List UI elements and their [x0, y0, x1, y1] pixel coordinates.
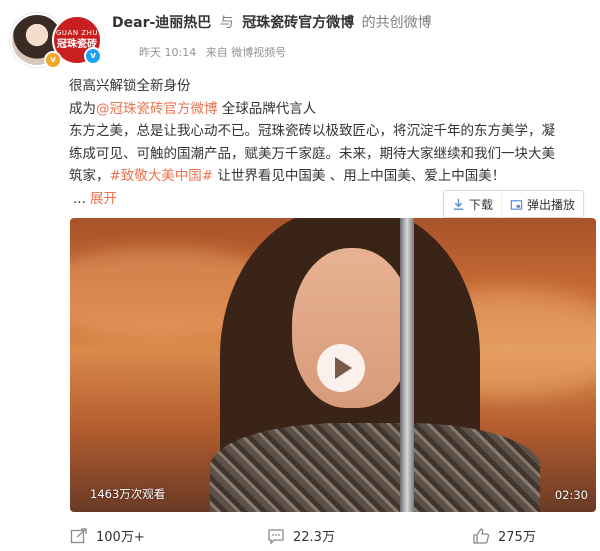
- action-bar: 100万+ 22.3万 275万: [0, 521, 600, 551]
- post-line: 成为@冠珠瓷砖官方微博 全球品牌代言人: [69, 98, 597, 121]
- mention-link[interactable]: @冠珠瓷砖官方微博: [96, 101, 218, 117]
- popout-label: 弹出播放: [527, 197, 576, 212]
- video-frame-sword: [400, 218, 414, 512]
- author-connector: 与: [219, 15, 234, 31]
- comment-button[interactable]: 22.3万: [267, 526, 335, 545]
- post-text: 成为: [69, 100, 96, 117]
- video-frame-armor: [210, 423, 540, 512]
- post-header: Dear-迪丽热巴 与 冠珠瓷砖官方微博 的共创微博: [112, 12, 432, 32]
- post-meta: 昨天 10:14 来自 微博视频号: [139, 44, 292, 60]
- share-button[interactable]: 100万+: [70, 526, 145, 545]
- vip-badge-icon: v: [44, 51, 62, 69]
- ellipsis: ...: [73, 190, 86, 207]
- post-text: 筑家，: [69, 168, 110, 184]
- play-icon: [335, 357, 352, 379]
- view-count: 1463万次观看: [90, 487, 166, 501]
- cocreate-label: 的共创微博: [361, 15, 432, 31]
- verified-badge-icon: v: [84, 47, 102, 65]
- post-line: 筑家，#致敬大美中国# 让世界看见中国美 、用上中国美、爱上中国美！: [69, 165, 597, 188]
- play-button[interactable]: [317, 344, 365, 392]
- like-button[interactable]: 275万: [472, 526, 536, 545]
- post-text: 让世界看见中国美 、用上中国美、爱上中国美！: [213, 168, 506, 184]
- download-label: 下载: [469, 197, 494, 212]
- download-button[interactable]: 下载: [444, 191, 501, 217]
- coauthor-name[interactable]: 冠珠瓷砖官方微博: [242, 15, 354, 31]
- thumbs-up-icon: [473, 527, 490, 544]
- video-duration: 02:30: [554, 488, 588, 502]
- like-count: 275万: [498, 530, 536, 545]
- post-source: 来自 微博视频号: [205, 46, 287, 59]
- hashtag-link[interactable]: #致敬大美中国#: [110, 168, 214, 184]
- post-line: 很高兴解锁全新身份: [69, 78, 191, 94]
- share-count: 100万+: [96, 530, 145, 545]
- post-line: 练成可见、可触的国潮产品，赋美万千家庭。未来，期待大家继续和我们一块大美: [69, 145, 555, 162]
- post-text: 全球品牌代言人: [217, 100, 317, 117]
- comment-count: 22.3万: [293, 530, 335, 545]
- popout-play-button[interactable]: 弹出播放: [501, 191, 583, 217]
- download-icon: [453, 198, 464, 210]
- video-toolbar: 下载 弹出播放: [443, 190, 585, 218]
- popout-icon: [510, 199, 523, 210]
- video-player[interactable]: 1463万次观看 02:30: [70, 218, 596, 512]
- post-line: 东方之美，总是让我心动不已。冠珠瓷砖以极致匠心，将沉淀千年的东方美学，凝: [69, 123, 555, 139]
- avatar-group: GUAN ZHU 冠珠瓷砖 v v: [10, 13, 102, 69]
- share-icon: [70, 527, 87, 543]
- expand-link[interactable]: 展开: [90, 191, 117, 207]
- brand-avatar-en: GUAN ZHU: [56, 29, 98, 37]
- post-time[interactable]: 昨天 10:14: [139, 46, 196, 59]
- comment-icon: [268, 528, 284, 545]
- author-name[interactable]: Dear-迪丽热巴: [112, 15, 211, 31]
